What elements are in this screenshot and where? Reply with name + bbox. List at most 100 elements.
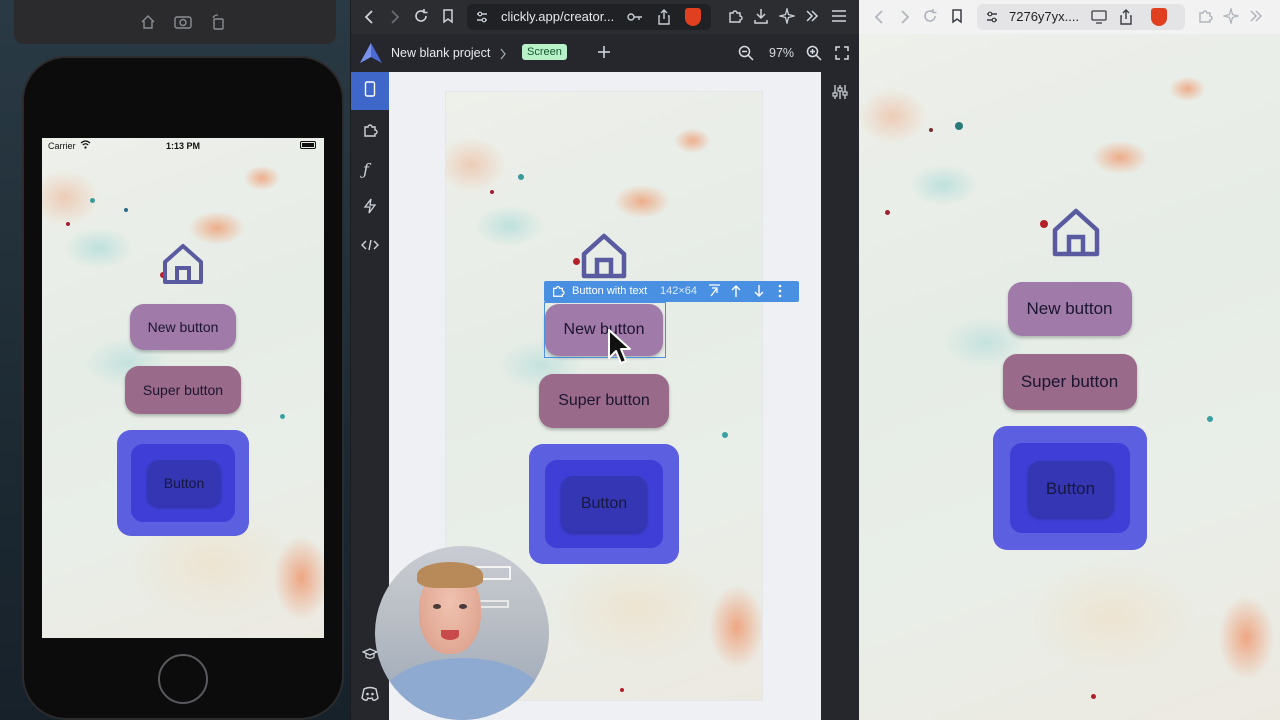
- super-button-label: Super button: [558, 392, 650, 409]
- new-button[interactable]: New button: [1007, 282, 1132, 336]
- download-icon[interactable]: [753, 8, 769, 29]
- adjustments-icon[interactable]: [832, 84, 848, 105]
- ai-sparkle-icon[interactable]: [1221, 6, 1241, 29]
- components-icon[interactable]: [362, 122, 378, 143]
- button-label: Button: [1045, 479, 1096, 498]
- phone-frame: Carrier 1:13 PM New button Super button …: [22, 56, 344, 720]
- new-button-label: New button: [147, 319, 219, 335]
- mouse-cursor-icon: [607, 328, 633, 373]
- brave-shield-icon[interactable]: [1151, 8, 1167, 26]
- home-button[interactable]: [158, 654, 208, 704]
- breadcrumb-chevron-icon: [499, 47, 507, 65]
- add-icon[interactable]: [597, 45, 611, 64]
- bookmark-icon[interactable]: [950, 8, 964, 29]
- super-button-label: Super button: [142, 382, 224, 398]
- button-container: Button: [117, 430, 249, 536]
- more-options-icon[interactable]: [778, 284, 782, 303]
- button[interactable]: Button: [561, 476, 647, 532]
- webcam-overlay: [375, 546, 549, 720]
- canvas[interactable]: New button Super button Button Button wi…: [375, 72, 821, 720]
- forward-icon[interactable]: [899, 9, 911, 30]
- move-up-icon[interactable]: [730, 284, 742, 303]
- button[interactable]: Button: [147, 460, 221, 506]
- zoom-level: 97%: [769, 46, 795, 60]
- code-icon[interactable]: [361, 238, 379, 256]
- preview-browser-window: 7276y7yx.... New button Super button But…: [859, 0, 1280, 720]
- screenshot-icon[interactable]: [174, 14, 192, 33]
- more-chevrons-icon[interactable]: [805, 9, 819, 28]
- brave-shield-icon[interactable]: [685, 8, 701, 26]
- back-icon[interactable]: [873, 9, 885, 30]
- battery-icon: [300, 141, 316, 149]
- status-time: 1:13 PM: [166, 141, 201, 151]
- function-icon[interactable]: ƒ: [363, 160, 369, 179]
- editor-header: New blank project Screen 97%: [351, 34, 859, 72]
- status-bar: Carrier 1:13 PM: [42, 138, 324, 154]
- home-icon: [580, 232, 628, 285]
- screen-badge[interactable]: Screen: [522, 44, 567, 60]
- super-button-label: Super button: [1020, 372, 1119, 391]
- actions-bolt-icon[interactable]: [363, 198, 377, 219]
- browser-toolbar: 7276y7yx....: [859, 0, 1280, 34]
- new-button-label: New button: [1026, 299, 1113, 318]
- rotate-icon[interactable]: [210, 14, 226, 33]
- phone-screen: Carrier 1:13 PM New button Super button …: [42, 138, 324, 638]
- extensions-icon[interactable]: [1197, 8, 1213, 29]
- menu-icon[interactable]: [831, 9, 847, 28]
- fullscreen-icon[interactable]: [835, 46, 849, 65]
- home-icon[interactable]: [140, 14, 156, 33]
- site-settings-icon[interactable]: [475, 10, 489, 29]
- super-button[interactable]: Super button: [125, 366, 241, 414]
- extensions-icon[interactable]: [727, 8, 743, 29]
- home-icon: [162, 242, 204, 291]
- button-label: Button: [580, 495, 628, 512]
- forward-icon[interactable]: [389, 9, 401, 30]
- app-logo-icon[interactable]: [359, 42, 383, 69]
- url-text: 7276y7yx....: [1009, 9, 1080, 24]
- carrier-label: Carrier: [48, 141, 76, 151]
- ai-sparkle-icon[interactable]: [777, 6, 797, 29]
- back-icon[interactable]: [363, 9, 375, 30]
- address-bar[interactable]: 7276y7yx....: [977, 4, 1185, 30]
- new-button[interactable]: New button: [130, 304, 236, 350]
- simulator-toolbar: [14, 0, 336, 44]
- browser-toolbar: clickly.app/creator...: [351, 0, 859, 34]
- share-icon[interactable]: [657, 9, 671, 30]
- super-button[interactable]: Super button: [1002, 354, 1137, 410]
- button-container: Button: [992, 426, 1147, 550]
- reload-icon[interactable]: [413, 8, 429, 29]
- editor-browser-window: clickly.app/creator... New blank project…: [351, 0, 859, 720]
- button-container: Button: [529, 444, 679, 564]
- phone-icon: [364, 80, 376, 102]
- password-key-icon[interactable]: [627, 10, 643, 29]
- button[interactable]: Button: [1027, 461, 1114, 517]
- url-text: clickly.app/creator...: [501, 9, 615, 24]
- component-icon: [551, 284, 565, 303]
- more-chevrons-icon[interactable]: [1249, 9, 1263, 28]
- zoom-in-icon[interactable]: [806, 45, 822, 66]
- button-label: Button: [163, 475, 205, 491]
- bookmark-icon[interactable]: [441, 8, 455, 29]
- tool-screens[interactable]: [351, 72, 389, 110]
- share-icon[interactable]: [1119, 9, 1133, 30]
- simulator-window: Carrier 1:13 PM New button Super button …: [0, 0, 350, 720]
- zoom-out-icon[interactable]: [738, 45, 754, 66]
- cast-icon[interactable]: [1091, 10, 1107, 29]
- wifi-icon: [80, 140, 91, 151]
- person-shirt: [383, 658, 543, 720]
- selection-outline: [544, 302, 666, 358]
- select-parent-icon[interactable]: [708, 284, 721, 303]
- reload-icon[interactable]: [922, 8, 938, 29]
- properties-rail: [821, 72, 859, 720]
- preview-page: New button Super button Button: [859, 34, 1280, 720]
- project-name[interactable]: New blank project: [391, 46, 490, 60]
- selection-toolbar: Button with text 142×64: [544, 281, 799, 302]
- selection-size: 142×64: [660, 285, 698, 297]
- selection-label: Button with text: [572, 285, 648, 297]
- super-button[interactable]: Super button: [539, 374, 669, 428]
- site-settings-icon[interactable]: [985, 10, 999, 29]
- move-down-icon[interactable]: [753, 284, 765, 303]
- discord-icon[interactable]: [360, 686, 380, 707]
- address-bar[interactable]: clickly.app/creator...: [467, 4, 711, 30]
- home-icon: [1051, 206, 1101, 263]
